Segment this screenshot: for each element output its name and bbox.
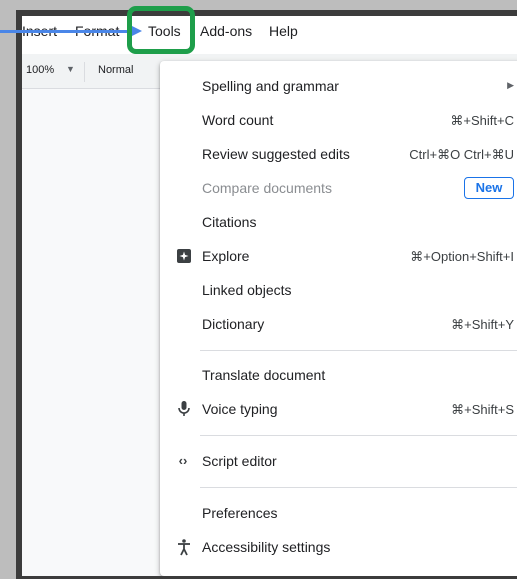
submenu-arrow-icon: ▶ [507,80,514,90]
menu-help[interactable]: Help [269,23,298,39]
menu-item-word-count[interactable]: Word count ⌘+Shift+C [160,104,517,136]
menu-item-script-editor[interactable]: ‹› Script editor [160,445,517,477]
zoom-select[interactable]: 100% [26,64,54,76]
microphone-icon [176,400,192,418]
menu-addons[interactable]: Add-ons [200,23,252,39]
menu-item-label: Explore [202,248,250,264]
menu-item-label: Linked objects [202,282,292,298]
menu-divider [200,435,517,436]
menu-item-label: Citations [202,214,257,230]
new-badge: New [464,177,514,199]
menu-item-review-edits[interactable]: Review suggested edits Ctrl+⌘O Ctrl+⌘U [160,138,517,170]
menu-item-dictionary[interactable]: Dictionary ⌘+Shift+Y [160,308,517,340]
menu-item-label: Translate document [202,367,326,383]
annotation-arrow-line [0,30,128,33]
menu-item-label: Compare documents [202,180,332,196]
menu-divider [200,350,517,351]
explore-icon [176,247,192,265]
menu-item-label: Dictionary [202,316,265,332]
shortcut-text: ⌘+Shift+C [450,113,514,128]
accessibility-icon [176,538,192,556]
paragraph-style-select[interactable]: Normal [98,64,133,76]
menu-item-label: Accessibility settings [202,539,331,555]
code-icon: ‹› [178,453,188,468]
menu-item-linked-objects[interactable]: Linked objects [160,274,517,306]
menu-item-label: Preferences [202,505,278,521]
menu-item-label: Word count [202,112,274,128]
shortcut-text: ⌘+Option+Shift+I [410,249,514,264]
menu-item-accessibility[interactable]: Accessibility settings [160,531,517,563]
menu-item-label: Review suggested edits [202,146,350,162]
tools-highlight-box [127,6,195,54]
tools-menu: Spelling and grammar ▶ Word count ⌘+Shif… [160,61,517,576]
menu-item-explore[interactable]: Explore ⌘+Option+Shift+I [160,240,517,272]
shortcut-text: ⌘+Shift+S [451,402,514,417]
menu-item-translate[interactable]: Translate document [160,359,517,391]
menu-item-citations[interactable]: Citations [160,206,517,238]
menu-item-voice-typing[interactable]: Voice typing ⌘+Shift+S [160,393,517,425]
menu-item-preferences[interactable]: Preferences [160,497,517,529]
shortcut-text: ⌘+Shift+Y [451,317,514,332]
menu-item-label: Voice typing [202,401,278,417]
menu-item-label: Script editor [202,453,277,469]
docs-app: Insert Format Tools Add-ons Help 100% ▼ … [22,16,517,576]
menu-divider [200,487,517,488]
shortcut-text: Ctrl+⌘O Ctrl+⌘U [409,147,514,162]
caret-down-icon[interactable]: ▼ [66,64,75,74]
menu-item-label: Spelling and grammar [202,78,339,94]
toolbar-separator [84,62,85,82]
menu-item-spelling[interactable]: Spelling and grammar ▶ [160,70,517,102]
menu-item-compare: Compare documents New [160,172,517,204]
